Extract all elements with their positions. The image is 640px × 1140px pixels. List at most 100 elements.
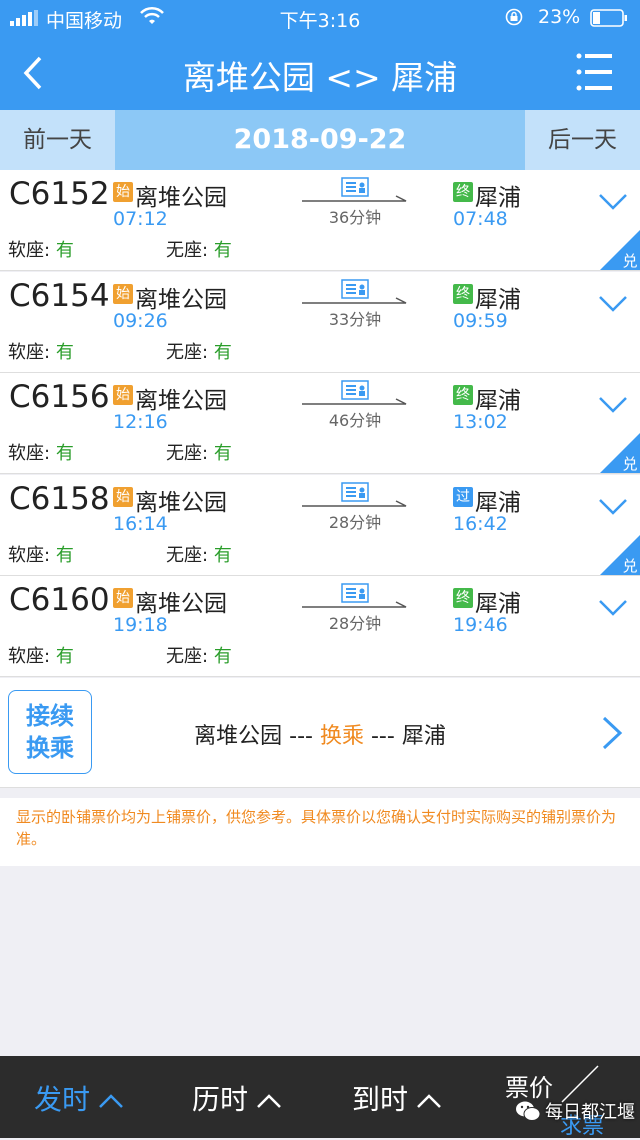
duration: 33分钟	[328, 310, 382, 329]
battery-icon	[590, 9, 627, 27]
sort-arrive-label: 到时	[352, 1083, 409, 1116]
sort-bar: 发时 历时 到时 票价 求票 每日都江堰	[0, 1056, 640, 1139]
prev-day-button[interactable]: 前一天	[0, 110, 115, 170]
arrive-time: 07:48	[453, 208, 508, 230]
train-number: C6158	[9, 481, 110, 517]
seat-soft-label: 软座:	[8, 646, 51, 667]
sort-depart-label: 发时	[34, 1083, 91, 1116]
seat-soft-value: 有	[55, 443, 74, 464]
chevron-down-icon[interactable]	[598, 192, 628, 212]
seat-none-label: 无座:	[166, 443, 209, 464]
seat-soft-label: 软座:	[8, 545, 51, 566]
destination-badge: 终	[453, 284, 473, 304]
seat-none-label: 无座:	[166, 240, 209, 261]
seat-none-label: 无座:	[166, 342, 209, 363]
depart-time: 12:16	[113, 411, 168, 433]
destination-badge: 终	[453, 588, 473, 608]
seat-soft-label: 软座:	[8, 240, 51, 261]
arrive-time: 16:42	[453, 513, 508, 535]
seat-none-value: 有	[213, 240, 232, 261]
from-station: 离堆公园	[135, 287, 227, 313]
seat-none: 无座: 有	[166, 439, 232, 465]
train-row[interactable]: C6154 始离堆公园 09:26 33分钟终犀浦 09:59 软座: 有无座: 有	[0, 272, 640, 373]
watermark-text: 每日都江堰	[545, 1102, 635, 1123]
exchange-corner-badge: 兑	[600, 433, 640, 473]
origin-badge: 始	[113, 385, 133, 405]
transfer-to: 犀浦	[401, 724, 446, 749]
exchange-corner-badge: 兑	[600, 535, 640, 575]
seat-none: 无座: 有	[166, 338, 232, 364]
seat-soft-value: 有	[55, 342, 74, 363]
chevron-down-icon[interactable]	[598, 294, 628, 314]
to-station: 犀浦	[475, 287, 521, 313]
sort-depart-button[interactable]: 发时	[34, 1078, 124, 1118]
destination-badge: 过	[453, 487, 473, 507]
seat-none-value: 有	[213, 342, 232, 363]
chevron-down-icon[interactable]	[598, 395, 628, 415]
chevron-up-icon	[99, 1094, 123, 1108]
next-day-button[interactable]: 后一天	[525, 110, 640, 170]
chevron-up-icon	[257, 1094, 281, 1108]
chevron-right-icon[interactable]	[600, 715, 624, 751]
transfer-label-line2: 换乘	[26, 734, 74, 762]
to-station: 犀浦	[475, 490, 521, 516]
seat-soft-value: 有	[55, 545, 74, 566]
exchange-corner-text: 兑	[622, 455, 637, 473]
date-bar: 前一天 2018-09-22 后一天	[0, 110, 640, 170]
seat-none: 无座: 有	[166, 541, 232, 567]
destination-badge: 终	[453, 385, 473, 405]
seat-none-label: 无座:	[166, 646, 209, 667]
nav-bar: 离堆公园 <> 犀浦	[0, 36, 640, 110]
from-station: 离堆公园	[135, 591, 227, 617]
wechat-icon	[516, 1101, 541, 1121]
from-station: 离堆公园	[135, 490, 227, 516]
battery-percent: 23%	[538, 6, 581, 28]
seat-soft: 软座: 有	[8, 338, 74, 364]
chevron-up-icon	[417, 1094, 441, 1108]
duration: 28分钟	[328, 513, 382, 532]
sort-arrive-button[interactable]: 到时	[352, 1078, 442, 1118]
transfer-from: 离堆公园	[194, 724, 283, 749]
seat-soft-label: 软座:	[8, 342, 51, 363]
from-station: 离堆公园	[135, 388, 227, 414]
origin-badge: 始	[113, 284, 133, 304]
page-title: 离堆公园 <> 犀浦	[182, 58, 458, 97]
seat-soft-label: 软座:	[8, 443, 51, 464]
seat-none: 无座: 有	[166, 236, 232, 262]
train-row[interactable]: C6156 始离堆公园 12:16 46分钟终犀浦 13:02 软座: 有无座: 有兑	[0, 373, 640, 474]
depart-time: 07:12	[113, 208, 168, 230]
sort-duration-label: 历时	[192, 1083, 249, 1116]
train-number: C6160	[9, 582, 110, 618]
seat-none-value: 有	[213, 545, 232, 566]
chevron-down-icon[interactable]	[598, 497, 628, 517]
origin-badge: 始	[113, 182, 133, 202]
to-station: 犀浦	[475, 591, 521, 617]
train-row[interactable]: C6158 始离堆公园 16:14 28分钟过犀浦 16:42 软座: 有无座: 有兑	[0, 475, 640, 576]
origin-badge: 始	[113, 487, 133, 507]
transfer-label-line1: 接续	[26, 702, 74, 730]
sort-duration-button[interactable]: 历时	[192, 1078, 282, 1118]
transfer-row[interactable]: 接续 换乘 离堆公园 --- 换乘 --- 犀浦	[0, 678, 640, 788]
seat-soft: 软座: 有	[8, 642, 74, 668]
duration: 28分钟	[328, 614, 382, 633]
selected-date[interactable]: 2018-09-22	[115, 110, 525, 170]
to-station: 犀浦	[475, 185, 521, 211]
transfer-sep2: ---	[364, 724, 402, 749]
menu-icon[interactable]	[576, 50, 612, 94]
train-row[interactable]: C6152 始离堆公园 07:12 36分钟终犀浦 07:48 软座: 有无座: 有兑	[0, 170, 640, 271]
from-station: 离堆公园	[135, 185, 227, 211]
chevron-down-icon[interactable]	[598, 598, 628, 618]
train-number: C6154	[9, 278, 110, 314]
exchange-corner-text: 兑	[622, 252, 637, 270]
app-header: 中国移动 下午3:16 23% 离堆公园 <> 犀浦	[0, 0, 640, 110]
destination-badge: 终	[453, 182, 473, 202]
seat-none-value: 有	[213, 646, 232, 667]
seat-soft-value: 有	[55, 646, 74, 667]
transfer-label-box: 接续 换乘	[8, 690, 92, 774]
seat-soft: 软座: 有	[8, 439, 74, 465]
transfer-route: 离堆公园 --- 换乘 --- 犀浦	[150, 718, 490, 750]
watermark: 求票 每日都江堰	[515, 1094, 635, 1139]
train-row[interactable]: C6160 始离堆公园 19:18 28分钟终犀浦 19:46 软座: 有无座: 有	[0, 576, 640, 677]
depart-time: 09:26	[113, 310, 168, 332]
transfer-middle: 换乘	[319, 724, 364, 749]
